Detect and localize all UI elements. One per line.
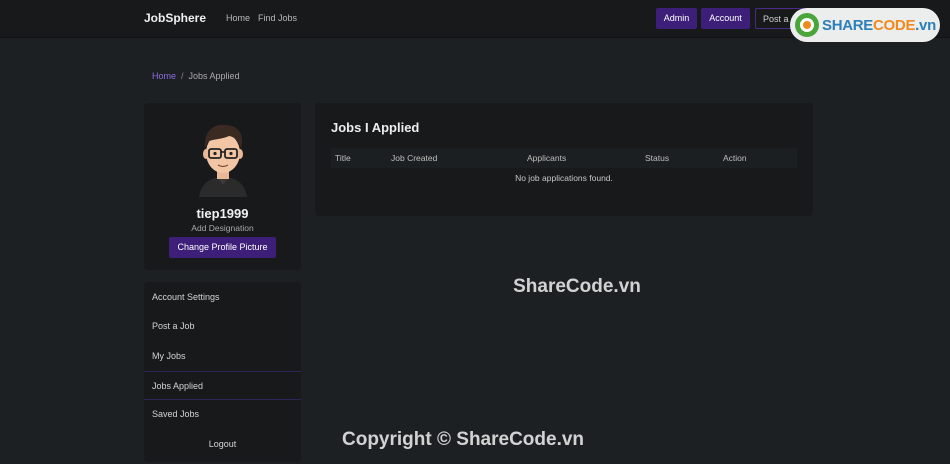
page-title: Jobs I Applied	[331, 120, 420, 135]
account-sidebar-menu: Account Settings Post a Job My Jobs Jobs…	[144, 282, 301, 462]
profile-card: tiep1999 Add Designation Change Profile …	[144, 103, 301, 270]
sharecode-logo-icon	[795, 13, 819, 37]
sidebar-item-saved-jobs[interactable]: Saved Jobs	[144, 400, 301, 429]
change-profile-picture-button[interactable]: Change Profile Picture	[169, 237, 276, 258]
sidebar-item-logout[interactable]: Logout	[144, 430, 301, 459]
column-header-job-created: Job Created	[391, 153, 438, 163]
profile-designation: Add Designation	[191, 223, 254, 233]
breadcrumb-home[interactable]: Home	[152, 71, 176, 81]
sharecode-logo: SHARECODE.vn	[790, 8, 940, 42]
column-header-status: Status	[645, 153, 670, 163]
sidebar-item-jobs-applied[interactable]: Jobs Applied	[144, 371, 301, 400]
breadcrumb-separator: /	[181, 71, 184, 81]
column-header-action: Action	[723, 153, 747, 163]
profile-username: tiep1999	[196, 206, 249, 221]
nav-link-find-jobs[interactable]: Find Jobs	[258, 13, 297, 23]
watermark-center-text: ShareCode.vn	[513, 276, 641, 297]
breadcrumb: Home / Jobs Applied	[152, 71, 240, 81]
avatar	[199, 124, 247, 197]
breadcrumb-current: Jobs Applied	[188, 71, 240, 81]
sidebar-item-post-a-job[interactable]: Post a Job	[144, 312, 301, 341]
column-header-applicants: Applicants	[527, 153, 567, 163]
sharecode-logo-text: SHARECODE.vn	[822, 17, 936, 34]
column-header-title: Title	[335, 153, 351, 163]
brand-logo[interactable]: JobSphere	[144, 11, 206, 25]
watermark-copyright-text: Copyright © ShareCode.vn	[342, 429, 585, 450]
sidebar-item-my-jobs[interactable]: My Jobs	[144, 342, 301, 371]
nav-link-home[interactable]: Home	[226, 13, 250, 23]
jobs-table-header: Title Job Created Applicants Status Acti…	[331, 148, 797, 168]
jobs-applied-panel: Jobs I Applied Title Job Created Applica…	[315, 103, 813, 216]
account-button[interactable]: Account	[701, 8, 750, 29]
empty-state-message: No job applications found.	[515, 173, 613, 183]
admin-button[interactable]: Admin	[656, 8, 697, 29]
